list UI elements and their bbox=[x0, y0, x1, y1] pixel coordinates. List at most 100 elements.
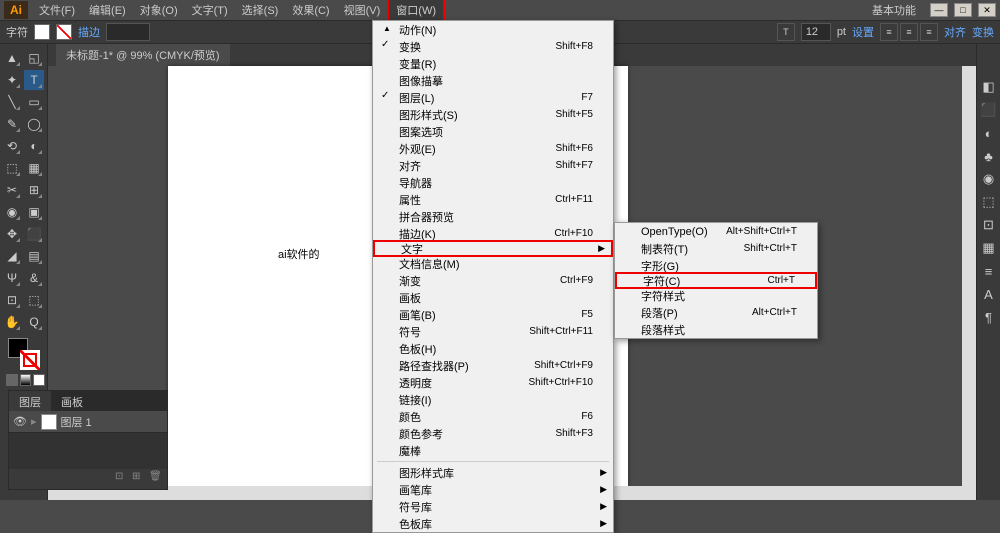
tool-8-1[interactable]: ⬛ bbox=[24, 224, 44, 244]
menu-item[interactable]: 变量(R) bbox=[373, 55, 613, 72]
menu-item[interactable]: 符号Shift+Ctrl+F11 bbox=[373, 323, 613, 340]
align-center-button[interactable]: ≡ bbox=[900, 23, 918, 41]
tool-10-0[interactable]: Ψ bbox=[2, 268, 22, 288]
tool-2-1[interactable]: ▭ bbox=[24, 92, 44, 112]
tool-3-1[interactable]: ◯ bbox=[24, 114, 44, 134]
dock-icon-7[interactable]: ▦ bbox=[979, 238, 999, 258]
menu-item[interactable]: 文档信息(M) bbox=[373, 255, 613, 272]
layer-row[interactable]: 👁 ▸ 图层 1 bbox=[9, 411, 167, 433]
menu-item[interactable]: 渐变Ctrl+F9 bbox=[373, 272, 613, 289]
tool-10-1[interactable]: & bbox=[24, 268, 44, 288]
color-mode-none[interactable] bbox=[33, 374, 45, 386]
tool-2-0[interactable]: ╲ bbox=[2, 92, 22, 112]
menu-effect[interactable]: 效果(C) bbox=[285, 0, 336, 20]
tool-6-0[interactable]: ✂ bbox=[2, 180, 22, 200]
tool-11-0[interactable]: ⊡ bbox=[2, 290, 22, 310]
tool-1-1[interactable]: T bbox=[24, 70, 44, 90]
menu-item[interactable]: 对齐Shift+F7 bbox=[373, 157, 613, 174]
menu-item[interactable]: 魔棒 bbox=[373, 442, 613, 459]
menu-item[interactable]: 颜色F6 bbox=[373, 408, 613, 425]
menu-item[interactable]: OpenType(O)Alt+Shift+Ctrl+T bbox=[615, 223, 817, 240]
maximize-button[interactable]: □ bbox=[954, 3, 972, 17]
dock-icon-4[interactable]: ◉ bbox=[979, 169, 999, 189]
menu-item[interactable]: 符号库▶ bbox=[373, 498, 613, 515]
tool-3-0[interactable]: ✎ bbox=[2, 114, 22, 134]
menu-item[interactable]: 画笔(B)F5 bbox=[373, 306, 613, 323]
vertical-scrollbar[interactable] bbox=[962, 66, 976, 486]
new-sublayer-button[interactable]: ⊡ bbox=[115, 471, 129, 485]
color-mode-gradient[interactable] bbox=[20, 374, 32, 386]
point-text-icon[interactable]: T bbox=[777, 23, 795, 41]
menu-item[interactable]: 色板(H) bbox=[373, 340, 613, 357]
dock-icon-3[interactable]: ♣ bbox=[979, 146, 999, 166]
tool-0-0[interactable]: ▲ bbox=[2, 48, 22, 68]
menu-item[interactable]: 变换Shift+F8 bbox=[373, 38, 613, 55]
artboards-tab[interactable]: 画板 bbox=[51, 391, 93, 411]
menu-window[interactable]: 窗口(W) bbox=[387, 0, 445, 22]
menu-item[interactable]: 链接(I) bbox=[373, 391, 613, 408]
tool-8-0[interactable]: ✥ bbox=[2, 224, 22, 244]
stroke-input[interactable] bbox=[106, 23, 150, 41]
dock-icon-1[interactable]: ⬛ bbox=[979, 100, 999, 120]
menu-item[interactable]: 段落(P)Alt+Ctrl+T bbox=[615, 304, 817, 321]
stroke-color[interactable] bbox=[20, 350, 40, 370]
document-tab[interactable]: 未标题-1* @ 99% (CMYK/预览) bbox=[56, 44, 230, 66]
stroke-link[interactable]: 描边 bbox=[78, 24, 100, 40]
align-left-button[interactable]: ≡ bbox=[880, 23, 898, 41]
menu-item[interactable]: 字符样式 bbox=[615, 287, 817, 304]
menu-item[interactable]: 颜色参考Shift+F3 bbox=[373, 425, 613, 442]
dock-icon-9[interactable]: A bbox=[979, 284, 999, 304]
menu-item[interactable]: 画板 bbox=[373, 289, 613, 306]
tool-6-1[interactable]: ⊞ bbox=[24, 180, 44, 200]
menu-item[interactable]: 路径查找器(P)Shift+Ctrl+F9 bbox=[373, 357, 613, 374]
menu-item[interactable]: 图像描摹 bbox=[373, 72, 613, 89]
menu-file[interactable]: 文件(F) bbox=[32, 0, 82, 20]
menu-item[interactable]: 导航器 bbox=[373, 174, 613, 191]
tool-5-0[interactable]: ⬚ bbox=[2, 158, 22, 178]
menu-edit[interactable]: 编辑(E) bbox=[82, 0, 133, 20]
menu-item[interactable]: 图层(L)F7 bbox=[373, 89, 613, 106]
menu-item[interactable]: 制表符(T)Shift+Ctrl+T bbox=[615, 240, 817, 257]
menu-item[interactable]: 动作(N) bbox=[373, 21, 613, 38]
tool-12-0[interactable]: ✋ bbox=[2, 312, 22, 332]
tool-4-0[interactable]: ⟲ bbox=[2, 136, 22, 156]
fill-stroke-widget[interactable] bbox=[8, 338, 40, 370]
new-layer-button[interactable]: ⊞ bbox=[132, 471, 146, 485]
tool-7-1[interactable]: ▣ bbox=[24, 202, 44, 222]
visibility-icon[interactable]: 👁 bbox=[13, 415, 27, 428]
menu-item[interactable]: 色板库▶ bbox=[373, 515, 613, 532]
dock-icon-5[interactable]: ⬚ bbox=[979, 192, 999, 212]
dock-icon-8[interactable]: ≡ bbox=[979, 261, 999, 281]
menu-view[interactable]: 视图(V) bbox=[337, 0, 388, 20]
workspace-label[interactable]: 基本功能 bbox=[872, 2, 916, 18]
tool-4-1[interactable]: ◐ bbox=[24, 136, 44, 156]
menu-item[interactable]: 拼合器预览 bbox=[373, 208, 613, 225]
delete-layer-button[interactable]: 🗑 bbox=[149, 471, 163, 485]
tool-11-1[interactable]: ⬚ bbox=[24, 290, 44, 310]
color-mode-solid[interactable] bbox=[6, 374, 18, 386]
tool-5-1[interactable]: ▦ bbox=[24, 158, 44, 178]
dock-icon-6[interactable]: ⊡ bbox=[979, 215, 999, 235]
tool-12-1[interactable]: Q bbox=[24, 312, 44, 332]
dock-icon-0[interactable]: ◧ bbox=[979, 77, 999, 97]
align-link[interactable]: 对齐 bbox=[944, 24, 966, 40]
menu-object[interactable]: 对象(O) bbox=[133, 0, 185, 20]
dock-icon-2[interactable]: ◐ bbox=[979, 123, 999, 143]
tool-9-1[interactable]: ▤ bbox=[24, 246, 44, 266]
close-button[interactable]: ✕ bbox=[978, 3, 996, 17]
menu-item[interactable]: 图形样式库▶ bbox=[373, 464, 613, 481]
dock-icon-10[interactable]: ¶ bbox=[979, 307, 999, 327]
menu-select[interactable]: 选择(S) bbox=[235, 0, 286, 20]
menu-item[interactable]: 图形样式(S)Shift+F5 bbox=[373, 106, 613, 123]
menu-item[interactable]: 透明度Shift+Ctrl+F10 bbox=[373, 374, 613, 391]
tool-9-0[interactable]: ◢ bbox=[2, 246, 22, 266]
setup-link[interactable]: 设置 bbox=[852, 24, 874, 40]
tool-1-0[interactable]: ✦ bbox=[2, 70, 22, 90]
layer-name[interactable]: 图层 1 bbox=[61, 414, 164, 430]
stroke-swatch[interactable] bbox=[56, 24, 72, 40]
font-size-input[interactable] bbox=[801, 23, 831, 41]
menu-item[interactable]: 属性Ctrl+F11 bbox=[373, 191, 613, 208]
align-right-button[interactable]: ≡ bbox=[920, 23, 938, 41]
fill-swatch[interactable] bbox=[34, 24, 50, 40]
minimize-button[interactable]: — bbox=[930, 3, 948, 17]
